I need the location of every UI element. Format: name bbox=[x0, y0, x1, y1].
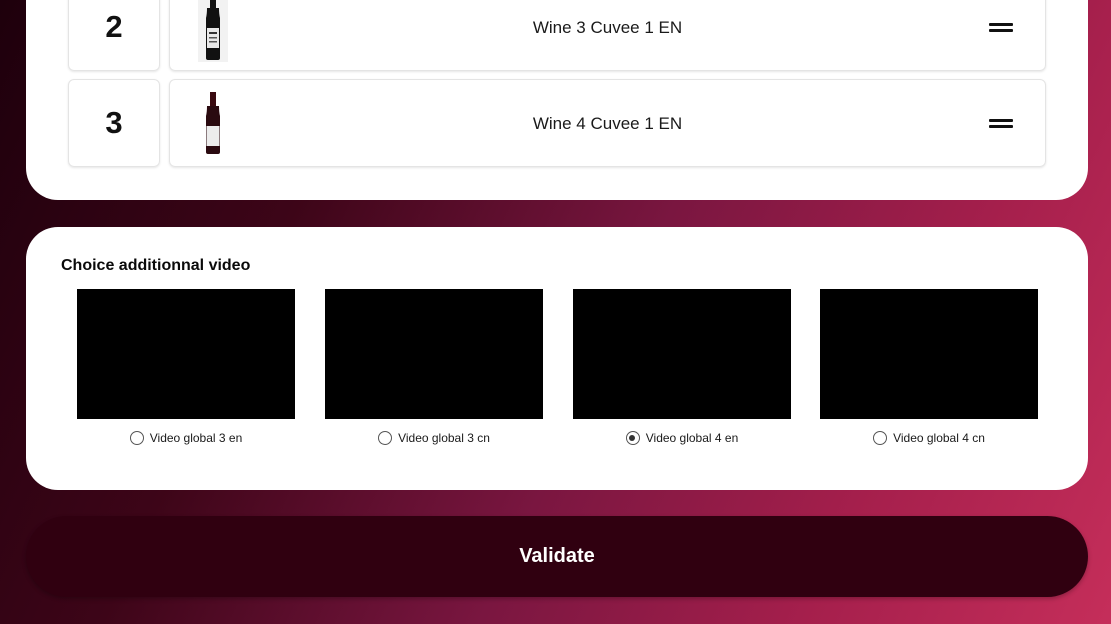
video-option-label: Video global 3 cn bbox=[398, 431, 490, 445]
video-option-label: Video global 3 en bbox=[149, 431, 243, 445]
video-section-title: Choice additionnal video bbox=[61, 257, 251, 274]
video-option[interactable]: Video global 4 cn bbox=[820, 289, 1038, 445]
radio-button[interactable] bbox=[129, 431, 144, 445]
video-option[interactable]: Video global 3 cn bbox=[325, 289, 543, 445]
video-radio-option[interactable]: Video global 3 cn bbox=[325, 431, 543, 445]
ranking-row[interactable]: 3 Wine 4 Cuvee 1 EN bbox=[68, 79, 1046, 167]
video-thumbnail[interactable] bbox=[820, 289, 1038, 419]
wine-item-label: Wine 4 Cuvee 1 EN bbox=[532, 114, 683, 133]
video-option-label: Video global 4 en bbox=[645, 431, 739, 445]
radio-button-selected[interactable] bbox=[625, 431, 640, 445]
drag-handle-icon[interactable] bbox=[989, 22, 1015, 34]
radio-button[interactable] bbox=[378, 431, 393, 445]
rank-number: 2 bbox=[68, 0, 160, 71]
video-radio-option[interactable]: Video global 4 cn bbox=[820, 431, 1038, 445]
wine-ranking-card: 2 Wine 3 Cuvee 1 EN 3 Wine 4 Cuvee 1 EN bbox=[26, 0, 1088, 200]
validate-button[interactable]: Validate bbox=[26, 516, 1088, 597]
ranking-row[interactable]: 2 Wine 3 Cuvee 1 EN bbox=[68, 0, 1046, 71]
wine-item[interactable]: Wine 3 Cuvee 1 EN bbox=[169, 0, 1046, 71]
additional-video-card: Choice additionnal video Video global 3 … bbox=[26, 227, 1088, 490]
video-option[interactable]: Video global 3 en bbox=[77, 289, 295, 445]
radio-button[interactable] bbox=[873, 431, 888, 445]
video-radio-option[interactable]: Video global 4 en bbox=[573, 431, 791, 445]
video-thumbnail[interactable] bbox=[573, 289, 791, 419]
video-radio-option[interactable]: Video global 3 en bbox=[77, 431, 295, 445]
video-thumbnail[interactable] bbox=[77, 289, 295, 419]
video-option[interactable]: Video global 4 en bbox=[573, 289, 791, 445]
wine-item[interactable]: Wine 4 Cuvee 1 EN bbox=[169, 79, 1046, 167]
video-option-label: Video global 4 cn bbox=[893, 431, 985, 445]
rank-number: 3 bbox=[68, 79, 160, 167]
drag-handle-icon[interactable] bbox=[989, 118, 1015, 130]
video-thumbnail[interactable] bbox=[325, 289, 543, 419]
wine-item-label: Wine 3 Cuvee 1 EN bbox=[532, 18, 683, 37]
